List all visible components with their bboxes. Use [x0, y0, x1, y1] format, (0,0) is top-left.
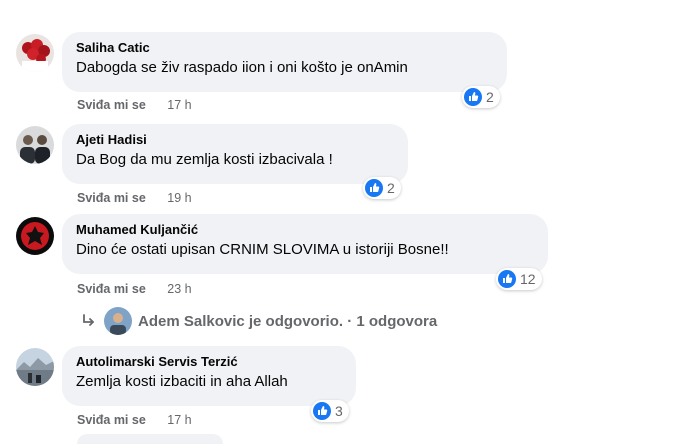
comment-text: Dabogda se živ raspado iion i oni košto … [76, 59, 408, 76]
comment-actions: Sviđa mi se 19 h [77, 191, 192, 205]
comment-actions: Sviđa mi se 17 h [77, 413, 192, 427]
avatar[interactable] [16, 126, 54, 164]
next-comment-bubble [77, 434, 223, 444]
comment-bubble: Saliha Catic Dabogda se živ raspado iion… [62, 32, 507, 92]
comment-timestamp[interactable]: 17 h [167, 98, 191, 112]
thumbs-up-icon [313, 402, 331, 420]
reaction-summary[interactable]: 2 [363, 177, 401, 199]
avatar [104, 307, 132, 335]
comment-bubble: Autolimarski Servis Terzić Zemlja kosti … [62, 346, 356, 406]
comment-text: Zemlja kosti izbaciti in aha Allah [76, 373, 288, 390]
reply-summary-text: Adem Salkovic je odgovorio. · 1 odgovora [138, 312, 438, 330]
thumbs-up-icon [498, 270, 516, 288]
comment-author[interactable]: Saliha Catic [76, 40, 495, 56]
comment-text: Dino će ostati upisan CRNIM SLOVIMA u is… [76, 241, 449, 258]
view-replies-link[interactable]: Adem Salkovic je odgovorio. · 1 odgovora [80, 307, 437, 335]
comment-bubble: Muhamed Kuljančić Dino će ostati upisan … [62, 214, 548, 274]
thumbs-up-icon [464, 88, 482, 106]
like-button[interactable]: Sviđa mi se [77, 282, 146, 296]
reaction-count: 2 [387, 180, 395, 196]
comment-timestamp[interactable]: 17 h [167, 413, 191, 427]
comment-author[interactable]: Autolimarski Servis Terzić [76, 354, 344, 370]
avatar[interactable] [16, 348, 54, 386]
reaction-count: 12 [520, 271, 536, 287]
thumbs-up-icon [365, 179, 383, 197]
comment-timestamp[interactable]: 19 h [167, 191, 191, 205]
like-button[interactable]: Sviđa mi se [77, 413, 146, 427]
reaction-summary[interactable]: 2 [462, 86, 500, 108]
avatar[interactable] [16, 217, 54, 255]
comment-author[interactable]: Muhamed Kuljančić [76, 222, 536, 238]
comment-author[interactable]: Ajeti Hadisi [76, 132, 396, 148]
reply-arrow-icon [83, 314, 94, 326]
like-button[interactable]: Sviđa mi se [77, 191, 146, 205]
comment-text: Da Bog da mu zemlja kosti izbacivala ! [76, 151, 333, 168]
reaction-summary[interactable]: 12 [496, 268, 542, 290]
reaction-summary[interactable]: 3 [311, 400, 349, 422]
comment-actions: Sviđa mi se 23 h [77, 282, 192, 296]
like-button[interactable]: Sviđa mi se [77, 98, 146, 112]
avatar[interactable] [16, 34, 54, 72]
comment-bubble: Ajeti Hadisi Da Bog da mu zemlja kosti i… [62, 124, 408, 184]
comment-actions: Sviđa mi se 17 h [77, 98, 192, 112]
reaction-count: 2 [486, 89, 494, 105]
comment-timestamp[interactable]: 23 h [167, 282, 191, 296]
reaction-count: 3 [335, 403, 343, 419]
